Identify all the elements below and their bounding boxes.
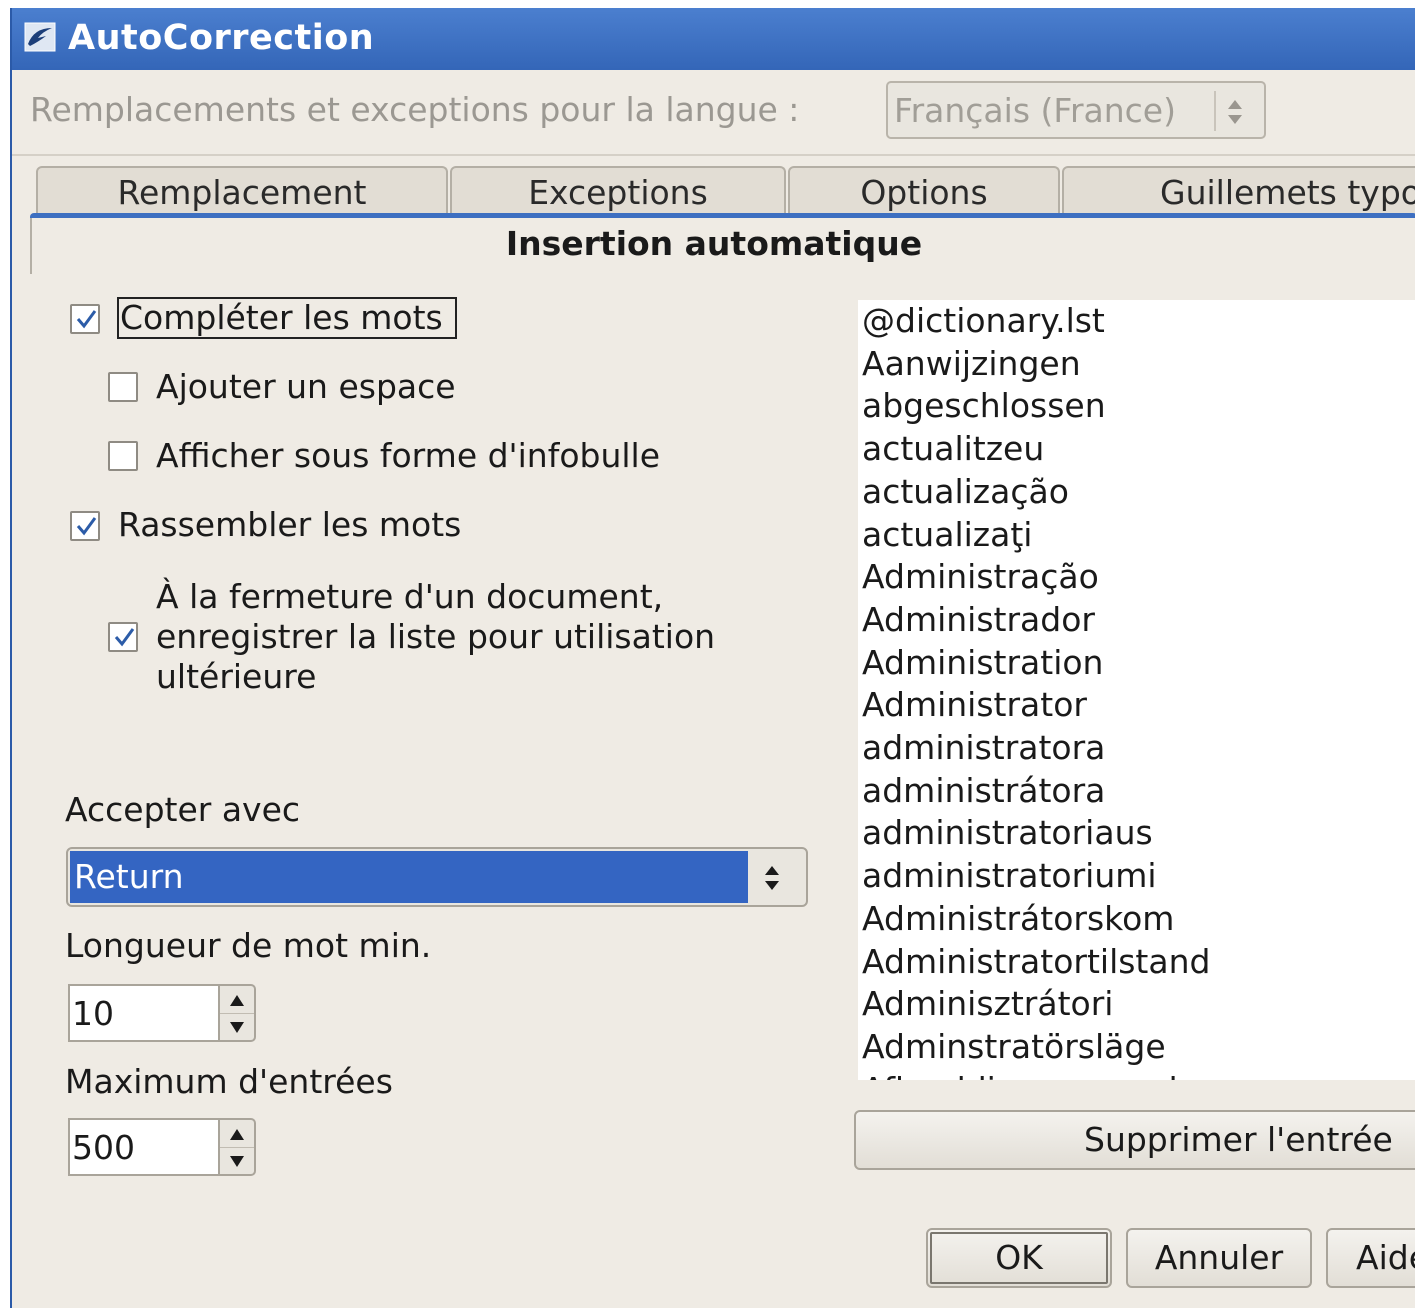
max-entries-label: Maximum d'entrées	[65, 1062, 393, 1101]
list-item[interactable]: Aanwijzingen	[862, 343, 1081, 385]
max-entries-spinner[interactable]: 500	[68, 1118, 258, 1178]
add-space-checkbox[interactable]	[108, 372, 138, 402]
list-item[interactable]: actualizaţi	[862, 514, 1032, 556]
help-button[interactable]: Aide	[1326, 1228, 1415, 1288]
collect-words-checkbox[interactable]	[70, 511, 100, 541]
tab-options[interactable]: Options	[788, 166, 1060, 216]
spin-up-icon	[230, 995, 244, 1006]
tab-insertion-label: Insertion automatique	[505, 224, 923, 263]
window-title: AutoCorrection	[68, 18, 375, 58]
list-item[interactable]: Adminstratörsläge	[862, 1026, 1166, 1068]
header-divider	[12, 154, 1415, 156]
show-tooltip-checkbox[interactable]	[108, 441, 138, 471]
min-word-length-label: Longueur de mot min.	[65, 926, 432, 965]
complete-words-checkbox[interactable]	[70, 304, 100, 334]
checkmark-icon	[76, 517, 97, 536]
list-item[interactable]: Administrador	[862, 599, 1095, 641]
checkmark-icon	[114, 628, 135, 647]
list-item[interactable]: Afbeeldingsopmaak	[862, 1069, 1188, 1080]
collect-words-label[interactable]: Rassembler les mots	[118, 505, 461, 544]
tab-exceptions[interactable]: Exceptions	[450, 166, 786, 216]
list-item[interactable]: administrátora	[862, 770, 1105, 812]
list-item[interactable]: Administração	[862, 556, 1099, 598]
list-item[interactable]: Administrátorskom	[862, 898, 1174, 940]
tab-guillemets[interactable]: Guillemets typographiques	[1062, 166, 1415, 216]
checkmark-icon	[76, 310, 97, 329]
list-item[interactable]: Adminisztrátori	[862, 983, 1113, 1025]
delete-entry-button[interactable]: Supprimer l'entrée	[854, 1110, 1415, 1170]
max-entries-spin-buttons[interactable]	[220, 1118, 256, 1176]
min-word-length-spinner[interactable]: 10	[68, 984, 258, 1044]
list-item[interactable]: administratoriumi	[862, 855, 1157, 897]
spin-up-icon	[230, 1129, 244, 1140]
save-list-label-line3[interactable]: ultérieure	[156, 657, 316, 696]
save-list-label-line2[interactable]: enregistrer la liste pour utilisation	[156, 617, 715, 656]
list-item[interactable]: Administration	[862, 642, 1103, 684]
list-item[interactable]: abgeschlossen	[862, 385, 1106, 427]
min-word-length-field[interactable]: 10	[68, 984, 220, 1042]
list-item[interactable]: Administratortilstand	[862, 941, 1210, 983]
app-icon	[24, 22, 56, 52]
save-list-checkbox[interactable]	[108, 622, 138, 652]
select-separator	[1214, 91, 1216, 131]
tab-insertion-automatique[interactable]: Insertion automatique	[30, 218, 1415, 274]
cancel-button[interactable]: Annuler	[1126, 1228, 1312, 1288]
list-item[interactable]: administratora	[862, 727, 1105, 769]
accept-with-value: Return	[74, 857, 184, 896]
language-select[interactable]: Français (France)	[886, 81, 1266, 139]
list-item[interactable]: @dictionary.lst	[862, 300, 1105, 342]
complete-words-label[interactable]: Compléter les mots	[120, 298, 443, 337]
language-label: Remplacements et exceptions pour la lang…	[30, 90, 800, 129]
add-space-label[interactable]: Ajouter un espace	[156, 367, 456, 406]
list-item[interactable]: actualização	[862, 471, 1069, 513]
max-entries-field[interactable]: 500	[68, 1118, 220, 1176]
word-list[interactable]: @dictionary.lst Aanwijzingen abgeschloss…	[858, 300, 1415, 1080]
autocorrection-dialog: AutoCorrection Remplacements et exceptio…	[10, 8, 1415, 1308]
select-arrows-icon	[760, 861, 784, 895]
language-value: Français (France)	[894, 91, 1176, 130]
tab-remplacement[interactable]: Remplacement	[36, 166, 448, 216]
accept-with-select[interactable]: Return	[66, 847, 808, 907]
title-bar[interactable]: AutoCorrection	[12, 8, 1415, 70]
accept-with-label: Accepter avec	[65, 790, 301, 829]
select-arrows-icon	[1223, 95, 1247, 129]
list-item[interactable]: Administrator	[862, 684, 1087, 726]
min-word-length-spin-buttons[interactable]	[220, 984, 256, 1042]
spin-down-icon	[230, 1022, 244, 1033]
save-list-label-line1[interactable]: À la fermeture d'un document,	[156, 577, 663, 616]
spin-down-icon	[230, 1156, 244, 1167]
ok-button[interactable]: OK	[926, 1228, 1112, 1288]
list-item[interactable]: actualitzeu	[862, 428, 1044, 470]
list-item[interactable]: administratoriaus	[862, 812, 1153, 854]
show-tooltip-label[interactable]: Afficher sous forme d'infobulle	[156, 436, 660, 475]
